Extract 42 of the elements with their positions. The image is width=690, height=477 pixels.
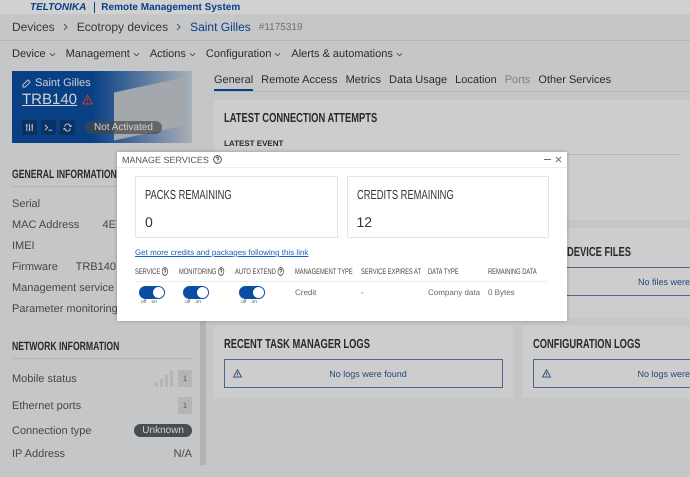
info-label: Management service (12, 282, 114, 294)
stat-label: CREDITS REMAINING (356, 187, 454, 202)
section-title: GENERAL INFORMATION (12, 167, 117, 181)
table-cell-text: - (361, 287, 365, 299)
empty-message-box: No logs were found (224, 359, 503, 388)
column-header: MONITORING (179, 267, 224, 276)
table-cell-text: 0 Bytes (488, 287, 516, 299)
panel-title: LATEST CONNECTION ATTEMPTS (224, 110, 378, 125)
device-name: Saint Gilles (35, 77, 91, 89)
info-label: Parameter monitoring (12, 302, 118, 314)
info-value: 4E (102, 218, 116, 230)
info-value: N/A (174, 448, 192, 460)
info-label: Firmware (12, 260, 58, 272)
table-cell-text: Company data (428, 287, 482, 299)
panel-title: DEVICE FILES (567, 244, 631, 259)
panel-title: CONFIGURATION LOGS (533, 336, 640, 351)
sim-card-icon: 1 (178, 370, 192, 387)
empty-message-box: No logs were (533, 359, 690, 388)
section-title: NETWORK INFORMATION (12, 339, 120, 353)
info-label: IMEI (12, 240, 35, 252)
app-title: Remote Management System (94, 2, 240, 12)
info-label: MAC Address (12, 218, 80, 230)
column-header: MANAGEMENT TYPE (295, 267, 353, 276)
info-label: Serial (12, 198, 40, 210)
dialog-title: MANAGE SERVICES (122, 154, 209, 164)
info-value: TRB140 (76, 260, 116, 272)
stat-label: PACKS REMAINING (145, 187, 232, 202)
device-id: #1175319 (258, 22, 303, 32)
column-header: SERVICE EXPIRES AT (361, 267, 421, 276)
info-label: Connection type (12, 424, 92, 436)
info-label: Mobile status (12, 372, 77, 384)
column-header: AUTO EXTEND (235, 267, 284, 276)
column-header: DATA TYPE (428, 267, 459, 276)
stat-value: 12 (356, 214, 374, 230)
table-cell-text: Credit (295, 287, 318, 299)
panel-title: RECENT TASK MANAGER LOGS (224, 336, 370, 351)
connection-badge: Unknown (134, 424, 192, 437)
column-header: SERVICE (135, 267, 168, 276)
stat-value: 0 (145, 214, 154, 230)
info-label: IP Address (12, 448, 65, 460)
ethernet-port-icon: 1 (178, 397, 192, 414)
info-label: Ethernet ports (12, 400, 82, 412)
